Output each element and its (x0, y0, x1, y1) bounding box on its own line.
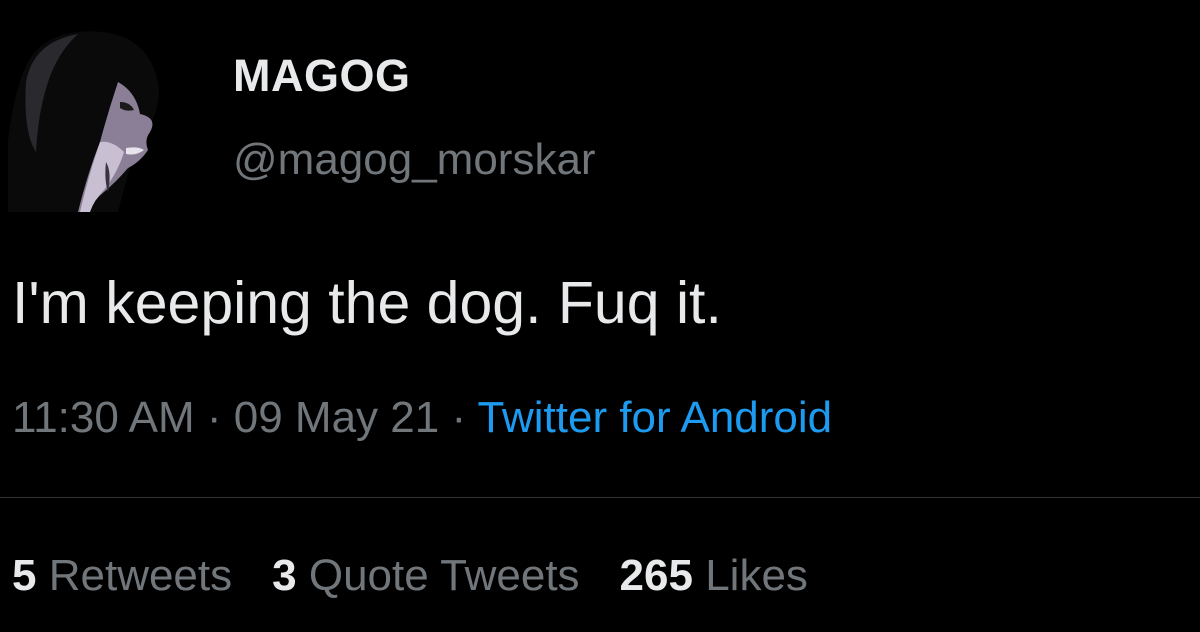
tweet-text: I'm keeping the dog. Fuq it. (12, 270, 722, 336)
tweet-card: MAGOG @magog_morskar I'm keeping the dog… (0, 0, 1200, 632)
avatar[interactable] (8, 22, 178, 212)
tweet-time[interactable]: 11:30 AM (12, 393, 195, 442)
meta-separator: · (194, 393, 234, 442)
likes-count: 265 (619, 551, 693, 600)
meta-separator: · (439, 393, 478, 442)
quote-tweets-count: 3 (272, 551, 297, 600)
quote-tweets-label: Quote Tweets (308, 551, 580, 600)
quote-tweets-stat[interactable]: 3 Quote Tweets (272, 548, 579, 604)
display-name[interactable]: MAGOG (233, 48, 596, 104)
tweet-date[interactable]: 09 May 21 (234, 393, 439, 442)
likes-label: Likes (705, 551, 808, 600)
tweet-source-link[interactable]: Twitter for Android (478, 393, 833, 442)
retweets-label: Retweets (48, 551, 233, 600)
retweets-stat[interactable]: 5 Retweets (12, 548, 232, 604)
user-handle[interactable]: @magog_morskar (233, 134, 596, 186)
tweet-stats: 5 Retweets 3 Quote Tweets 265 Likes (12, 548, 848, 604)
author-block[interactable]: MAGOG @magog_morskar (233, 48, 596, 186)
tweet-meta: 11:30 AM · 09 May 21 · Twitter for Andro… (12, 390, 832, 446)
avatar-image (8, 22, 178, 212)
retweets-count: 5 (12, 551, 37, 600)
divider (0, 497, 1200, 498)
likes-stat[interactable]: 265 Likes (620, 548, 808, 604)
